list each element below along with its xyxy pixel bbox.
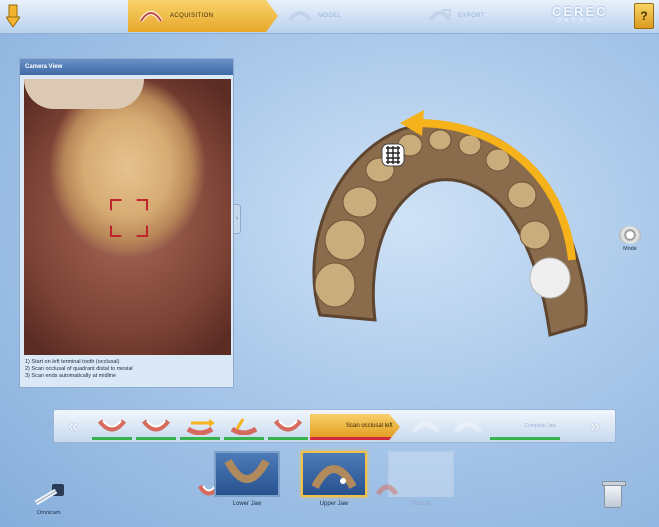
brand-subtitle: ORTHO	[557, 18, 595, 24]
scan-step-tile[interactable]	[92, 414, 132, 440]
step-acquisition[interactable]: ACQUISITION	[128, 0, 278, 32]
complete-jaw-step: Complete Jaw	[490, 414, 560, 440]
jaw-3d-model[interactable]	[300, 100, 600, 350]
upper-jaw-step-icon	[454, 421, 482, 434]
step-model: MODEL	[288, 0, 418, 32]
scan-step-tile[interactable]	[224, 414, 264, 440]
instruction-line: 3) Scan ends automatically at midline	[25, 373, 117, 379]
scan-step-tile	[448, 414, 488, 440]
catalog-upper-jaw[interactable]	[301, 451, 367, 497]
scan-step-tile[interactable]	[136, 414, 176, 440]
camera-live-image	[24, 79, 231, 355]
scan-steps-strip: « Scan occlusal left Complete Jaw »	[53, 409, 616, 443]
lower-jaw-step-icon	[142, 418, 170, 431]
omnicam-icon[interactable]	[34, 483, 68, 505]
scan-step-tile[interactable]	[180, 414, 220, 440]
catalog-buccal-label: Buccal	[411, 501, 430, 507]
catalog-upper-jaw-label: Upper Jaw	[319, 501, 349, 507]
complete-jaw-label: Complete Jaw	[524, 422, 556, 429]
step-model-label: MODEL	[318, 13, 342, 19]
camera-reticle	[110, 199, 148, 237]
scroll-forward-button[interactable]: »	[580, 416, 610, 438]
logout-icon[interactable]	[6, 4, 20, 28]
upper-jaw-step-icon	[412, 421, 440, 434]
scan-step-tile[interactable]	[268, 414, 308, 440]
help-button[interactable]: ?	[634, 3, 654, 29]
mode-dial-icon	[619, 226, 641, 244]
collapse-panel-button[interactable]: ›	[233, 204, 241, 234]
lower-jaw-step-icon	[98, 418, 126, 431]
instruction-line: 2) Scan occlusal of quadrant distal to m…	[25, 366, 133, 372]
lower-jaw-step-icon	[274, 418, 302, 431]
trash-icon[interactable]	[602, 481, 626, 508]
jaw-scan-icon	[139, 11, 163, 23]
camera-view-panel: Camera View 1) Start on left terminal to…	[19, 58, 234, 388]
scan-step-active[interactable]: Scan occlusal left	[310, 414, 400, 440]
step-export: EXPORT	[428, 0, 538, 32]
export-icon	[428, 9, 452, 22]
camera-adjacent-tooth	[24, 79, 144, 109]
buccal-badge-icon	[376, 484, 398, 496]
brand-logo: CEREC	[552, 4, 608, 19]
instruction-line: 1) Start on left terminal tooth (occlusa…	[25, 359, 120, 365]
lower-jaw-thumbnail	[224, 459, 270, 483]
catalog-lower-jaw[interactable]	[214, 451, 280, 497]
omnicam-label: Omnicam	[37, 510, 61, 516]
help-icon: ?	[640, 9, 648, 23]
step-export-label: EXPORT	[458, 13, 485, 19]
scan-instructions: 1) Start on left terminal tooth (occlusa…	[25, 359, 133, 380]
model-icon	[288, 11, 312, 22]
upper-jaw-thumbnail	[311, 465, 357, 489]
scan-step-active-label: Scan occlusal left	[346, 422, 393, 429]
scan-step-tile	[406, 414, 446, 440]
camera-view-title: Camera View	[20, 59, 233, 75]
arrow-step-icon	[186, 418, 215, 435]
scroll-back-button[interactable]: «	[58, 416, 88, 438]
step-acquisition-label: ACQUISITION	[170, 13, 214, 19]
mode-button[interactable]: Mode	[617, 226, 643, 260]
mode-label: Mode	[623, 246, 637, 252]
double-chevron-left-icon: «	[68, 418, 78, 435]
arrow-step-icon	[230, 417, 258, 435]
double-chevron-right-icon: »	[590, 418, 600, 435]
top-bar: ACQUISITION MODEL EXPORT CEREC ORTHO ?	[0, 0, 659, 34]
catalog-lower-jaw-label: Lower Jaw	[232, 501, 262, 507]
